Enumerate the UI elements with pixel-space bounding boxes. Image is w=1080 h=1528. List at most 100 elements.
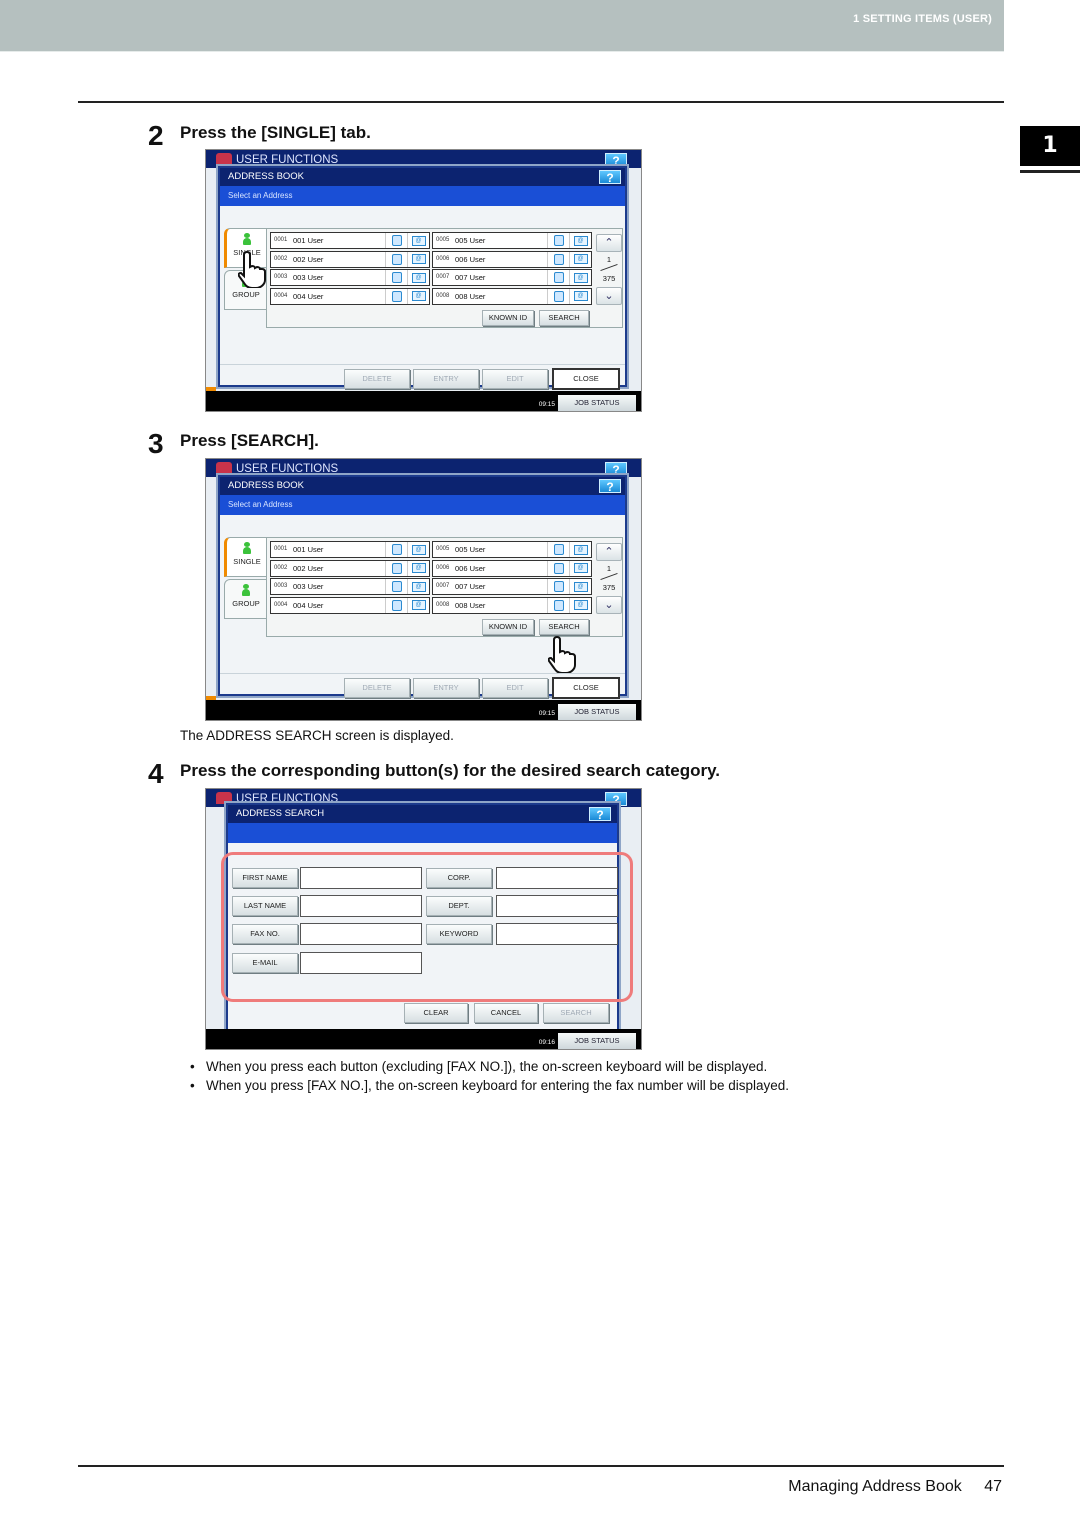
email-icon[interactable]: @	[569, 597, 591, 613]
email-icon[interactable]: @	[407, 597, 429, 613]
clear-button[interactable]: CLEAR	[404, 1003, 468, 1023]
edit-button[interactable]: EDIT	[482, 369, 548, 389]
close-button[interactable]: CLOSE	[552, 368, 620, 390]
address-entry[interactable]: 0005 005 User @	[432, 232, 592, 249]
address-entry[interactable]: 0001 001 User @	[270, 232, 430, 249]
email-icon[interactable]: @	[569, 579, 591, 594]
address-entry[interactable]: 0007 007 User @	[432, 269, 592, 286]
last-name-button[interactable]: LAST NAME	[232, 896, 298, 916]
fax-icon[interactable]	[547, 233, 569, 248]
search-button[interactable]: SEARCH	[539, 619, 589, 635]
footer: Managing Address Book 47	[770, 1478, 1002, 1496]
scroll-up-button[interactable]: ⌃	[596, 543, 622, 561]
fax-icon[interactable]	[547, 288, 569, 304]
email-icon[interactable]: @	[407, 288, 429, 304]
address-entry[interactable]: 0007 007 User @	[432, 578, 592, 595]
address-entry[interactable]: 0002 002 User @	[270, 559, 430, 577]
chapter-tab[interactable]: 1	[1020, 126, 1080, 166]
fax-no-field[interactable]	[300, 923, 422, 945]
scroll-down-button[interactable]: ⌄	[596, 287, 622, 305]
corp-field[interactable]	[496, 867, 618, 889]
address-entry[interactable]: 0006 006 User @	[432, 250, 592, 268]
address-entry[interactable]: 0004 004 User @	[270, 596, 430, 614]
corp-button[interactable]: CORP.	[426, 868, 492, 888]
scroll-up-button[interactable]: ⌃	[596, 234, 622, 252]
keyword-field[interactable]	[496, 923, 618, 945]
delete-button[interactable]: DELETE	[344, 369, 410, 389]
help-icon[interactable]: ?	[589, 807, 611, 822]
email-icon[interactable]: @	[569, 233, 591, 248]
fax-icon[interactable]	[385, 233, 407, 248]
email-icon[interactable]: @	[407, 579, 429, 594]
tab-group-button[interactable]: GROUP	[224, 579, 268, 619]
email-button[interactable]: E-MAIL	[232, 953, 298, 973]
email-icon[interactable]: @	[569, 251, 591, 267]
close-button[interactable]: CLOSE	[552, 677, 620, 699]
email-icon[interactable]: @	[407, 270, 429, 285]
entry-id: 0003	[274, 583, 288, 589]
fax-icon[interactable]	[547, 542, 569, 557]
entry-id: 0006	[436, 564, 450, 571]
help-icon[interactable]: ?	[599, 479, 621, 494]
fax-icon[interactable]	[385, 270, 407, 285]
fax-icon[interactable]	[385, 251, 407, 267]
job-status-button[interactable]: JOB STATUS	[558, 1033, 636, 1049]
entry-button[interactable]: ENTRY	[413, 678, 479, 698]
first-name-button[interactable]: FIRST NAME	[232, 868, 298, 888]
person-icon	[243, 233, 251, 245]
address-entry[interactable]: 0008 008 User @	[432, 596, 592, 614]
step-number: 2	[148, 120, 164, 151]
fax-icon[interactable]	[547, 270, 569, 285]
last-name-field[interactable]	[300, 895, 422, 917]
email-icon[interactable]: @	[407, 560, 429, 576]
fax-icon[interactable]	[547, 251, 569, 267]
email-icon[interactable]: @	[569, 560, 591, 576]
help-icon[interactable]: ?	[599, 170, 621, 185]
tab-single[interactable]: SINGLE	[224, 537, 268, 577]
keyword-button[interactable]: KEYWORD	[426, 924, 492, 944]
tab-label: SINGLE	[233, 557, 261, 566]
search-button[interactable]: SEARCH	[539, 310, 589, 326]
email-icon[interactable]: @	[569, 542, 591, 557]
address-entry[interactable]: 0001 001 User @	[270, 541, 430, 558]
known-id-button[interactable]: KNOWN ID	[482, 310, 534, 326]
fax-icon[interactable]	[547, 597, 569, 613]
job-status-button[interactable]: JOB STATUS	[558, 395, 636, 411]
cancel-button[interactable]: CANCEL	[474, 1003, 538, 1023]
fax-icon[interactable]	[547, 579, 569, 594]
fax-icon[interactable]	[385, 542, 407, 557]
search-button[interactable]: SEARCH	[543, 1003, 609, 1023]
address-entry[interactable]: 0003 003 User @	[270, 578, 430, 595]
entry-button[interactable]: ENTRY	[413, 369, 479, 389]
email-icon[interactable]: @	[407, 233, 429, 248]
email-icon[interactable]: @	[569, 288, 591, 304]
dept-field[interactable]	[496, 895, 618, 917]
fax-icon[interactable]	[385, 560, 407, 576]
entry-name: 004 User	[293, 291, 324, 301]
note-item: When you press [FAX NO.], the on-screen …	[190, 1076, 789, 1095]
email-icon[interactable]: @	[569, 270, 591, 285]
fax-icon[interactable]	[547, 560, 569, 576]
address-entry[interactable]: 0008 008 User @	[432, 287, 592, 305]
delete-button[interactable]: DELETE	[344, 678, 410, 698]
address-entry[interactable]: 0005 005 User @	[432, 541, 592, 558]
fax-icon[interactable]	[385, 597, 407, 613]
edit-button[interactable]: EDIT	[482, 678, 548, 698]
email-icon[interactable]: @	[407, 251, 429, 267]
address-entry[interactable]: 0004 004 User @	[270, 287, 430, 305]
dept-button[interactable]: DEPT.	[426, 896, 492, 916]
fax-no-button[interactable]: FAX NO.	[232, 924, 298, 944]
first-name-field[interactable]	[300, 867, 422, 889]
email-field[interactable]	[300, 952, 422, 974]
job-status-button[interactable]: JOB STATUS	[558, 704, 636, 720]
fax-icon[interactable]	[385, 579, 407, 594]
email-icon[interactable]: @	[407, 542, 429, 557]
address-entry[interactable]: 0003 003 User @	[270, 269, 430, 286]
address-entry[interactable]: 0002 002 User @	[270, 250, 430, 268]
scroll-down-button[interactable]: ⌄	[596, 596, 622, 614]
entry-id: 0008	[436, 292, 450, 299]
address-entry[interactable]: 0006 006 User @	[432, 559, 592, 577]
fax-icon[interactable]	[385, 288, 407, 304]
known-id-button[interactable]: KNOWN ID	[482, 619, 534, 635]
dialog-subtitle-bar	[228, 823, 617, 843]
